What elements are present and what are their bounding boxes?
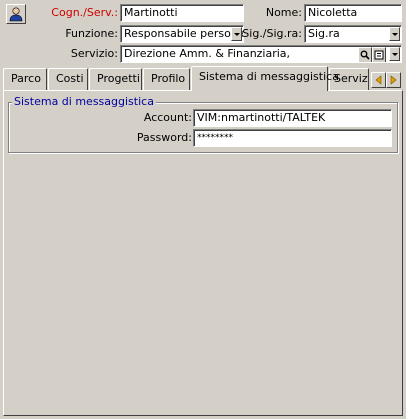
- arrow-right-icon: [390, 75, 397, 85]
- sig-label: Sig./Sig.ra:: [242, 27, 302, 40]
- group-title: Sistema di messaggistica: [12, 95, 156, 108]
- tab-costi[interactable]: Costi: [48, 68, 88, 90]
- search-icon: [360, 50, 370, 60]
- chevron-down-icon[interactable]: [389, 27, 400, 41]
- account-label: Account:: [143, 111, 192, 124]
- password-field[interactable]: ********: [193, 129, 392, 147]
- servizio-field[interactable]: Direzione Amm. & Finanziaria,: [120, 45, 402, 63]
- tab-scroll-right-button[interactable]: [386, 72, 401, 88]
- tab-sistema-di-messaggistica[interactable]: Sistema di messaggistica: [191, 66, 339, 91]
- arrow-left-icon: [375, 75, 382, 85]
- detail-icon: [374, 50, 384, 60]
- avatar[interactable]: [6, 4, 26, 24]
- cogn-field[interactable]: Martinotti: [120, 4, 244, 22]
- nome-label: Nome:: [265, 6, 302, 19]
- funzione-value: Responsabile personale: [124, 27, 244, 40]
- sig-value: Sig.ra: [308, 27, 340, 40]
- account-field[interactable]: VIM:nmartinotti/TALTEK: [193, 109, 392, 127]
- sig-select[interactable]: Sig.ra: [304, 25, 402, 43]
- search-button[interactable]: [358, 47, 372, 62]
- cogn-label: Cogn./Serv.:: [51, 6, 118, 19]
- tab-profilo[interactable]: Profilo: [143, 68, 190, 90]
- chevron-down-icon[interactable]: [231, 27, 242, 41]
- tab-progetti[interactable]: Progetti: [89, 68, 142, 90]
- detail-button[interactable]: [372, 47, 386, 62]
- tab-scroll-left-button[interactable]: [371, 72, 386, 88]
- servizio-label: Servizio:: [70, 47, 118, 60]
- funzione-label: Funzione:: [65, 27, 118, 40]
- chevron-down-icon[interactable]: [389, 47, 400, 61]
- person-icon: [9, 7, 23, 22]
- funzione-select[interactable]: Responsabile personale: [120, 25, 244, 43]
- servizio-value: Direzione Amm. & Finanziaria,: [124, 47, 291, 60]
- tab-parco[interactable]: Parco: [3, 68, 47, 90]
- password-label: Password:: [136, 131, 192, 144]
- nome-field[interactable]: Nicoletta: [304, 4, 402, 22]
